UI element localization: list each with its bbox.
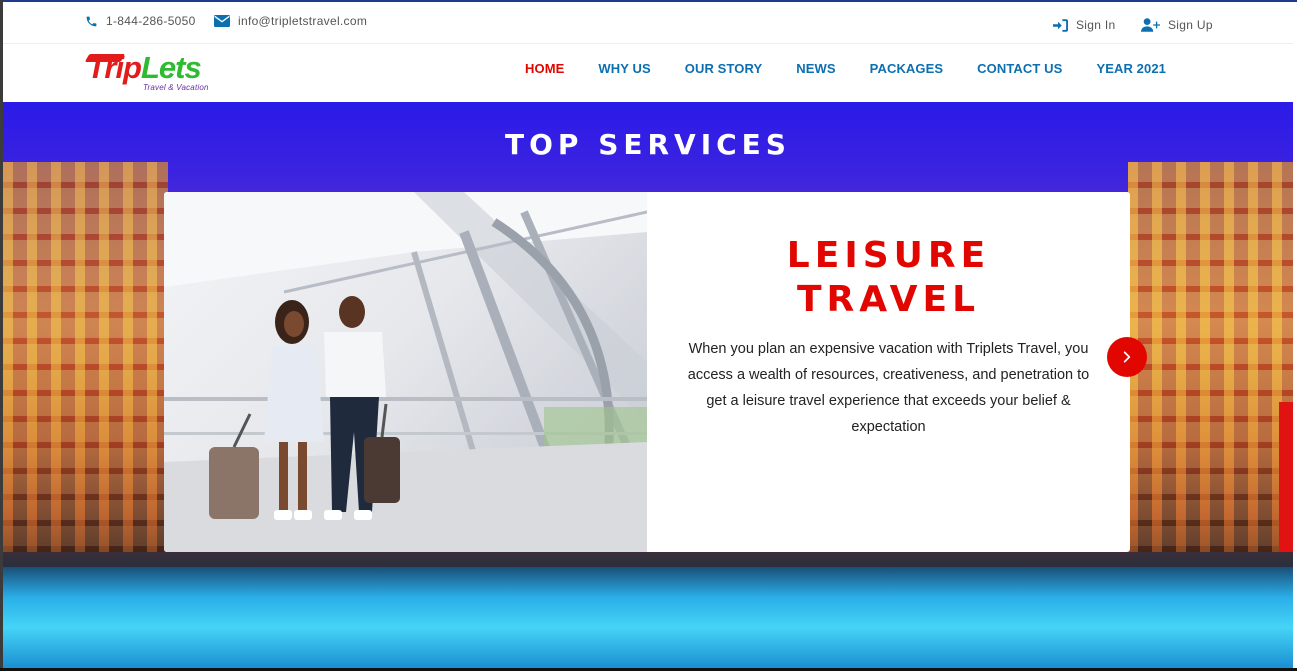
hero-background-building-left (3, 162, 168, 562)
add-user-icon (1141, 18, 1160, 32)
service-text: LEISURE TRAVEL When you plan an expensiv… (647, 192, 1130, 552)
sign-in-label: Sign In (1076, 18, 1116, 32)
main-nav: HOME WHY US OUR STORY NEWS PACKAGES CONT… (508, 61, 1183, 76)
sign-up-link[interactable]: Sign Up (1141, 18, 1213, 32)
email-address: info@tripletstravel.com (238, 14, 368, 28)
nav-our-story[interactable]: OUR STORY (668, 61, 779, 76)
service-heading-line-1: LEISURE (786, 235, 991, 276)
nav-why-us[interactable]: WHY US (581, 61, 667, 76)
email-contact[interactable]: info@tripletstravel.com (214, 14, 367, 28)
sign-up-label: Sign Up (1168, 18, 1213, 32)
logo-tagline: Travel & Vacation (143, 83, 209, 92)
logo-wordmark: TripLets (87, 50, 202, 86)
nav-year-2021[interactable]: YEAR 2021 (1079, 61, 1183, 76)
envelope-icon (214, 15, 230, 27)
sign-in-link[interactable]: Sign In (1053, 18, 1115, 32)
nav-home[interactable]: HOME (508, 61, 581, 76)
hero-section: TOP SERVICES LEISURE TRAVEL When you pla… (3, 102, 1293, 668)
section-title: TOP SERVICES (505, 128, 791, 161)
top-contact-bar: 1-844-286-5050 info@tripletstravel.com S… (3, 2, 1293, 44)
service-heading-line-2: TRAVEL (796, 279, 981, 320)
nav-contact-us[interactable]: CONTACT US (960, 61, 1079, 76)
logo-part-lets: Lets (141, 50, 202, 85)
chevron-right-icon (1123, 351, 1131, 363)
phone-contact[interactable]: 1-844-286-5050 (85, 14, 196, 28)
hero-background-building-right (1128, 162, 1293, 562)
phone-icon (86, 16, 97, 26)
main-navbar: TripLets Travel & Vacation HOME WHY US O… (3, 44, 1293, 102)
hero-background-pool (3, 567, 1293, 668)
service-card: LEISURE TRAVEL When you plan an expensiv… (164, 192, 1130, 552)
service-heading: LEISURE TRAVEL (647, 234, 1130, 322)
sign-in-icon (1053, 18, 1068, 32)
service-description: When you plan an expensive vacation with… (687, 341, 1090, 435)
phone-number: 1-844-286-5050 (106, 14, 196, 28)
airport-couple-illustration (164, 192, 647, 552)
service-photo (164, 192, 647, 552)
nav-news[interactable]: NEWS (779, 61, 852, 76)
logo-part-trip: Trip (87, 50, 142, 85)
nav-packages[interactable]: PACKAGES (853, 61, 961, 76)
carousel-next-button[interactable] (1107, 337, 1147, 377)
site-logo[interactable]: TripLets Travel & Vacation (84, 50, 217, 94)
